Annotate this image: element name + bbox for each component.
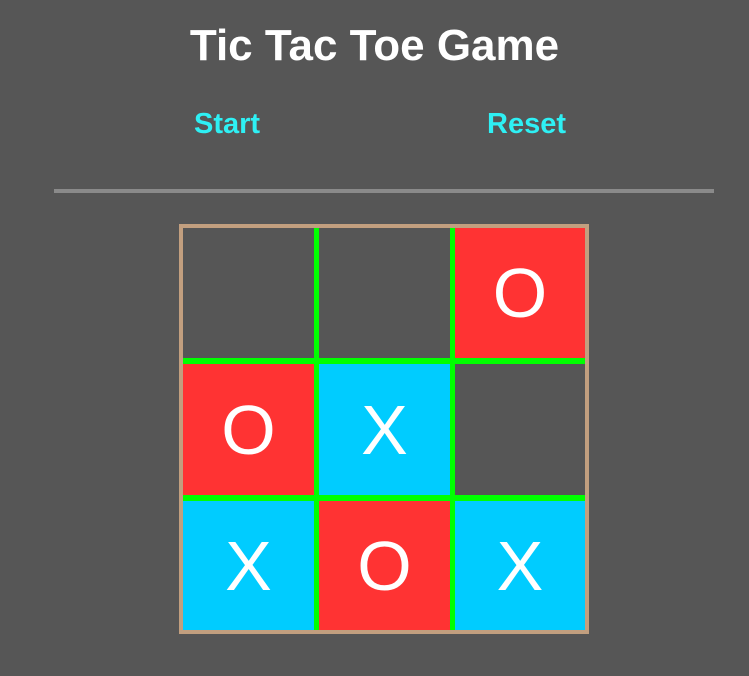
board-cell-2[interactable] [319, 228, 450, 358]
board-cell-9[interactable]: X [455, 501, 585, 630]
start-button[interactable]: Start [194, 106, 260, 142]
board-cell-8[interactable]: O [319, 501, 450, 630]
reset-button[interactable]: Reset [487, 106, 566, 142]
board-cell-4[interactable]: O [183, 364, 314, 495]
board-cell-5[interactable]: X [319, 364, 450, 495]
divider [54, 189, 714, 193]
game-title: Tic Tac Toe Game [189, 21, 560, 70]
board-cell-7[interactable]: X [183, 501, 314, 630]
board-cell-3[interactable]: O [455, 228, 585, 358]
board-cell-1[interactable] [183, 228, 314, 358]
board-cell-6[interactable] [455, 364, 585, 495]
game-board: O O X X O X [179, 224, 589, 634]
